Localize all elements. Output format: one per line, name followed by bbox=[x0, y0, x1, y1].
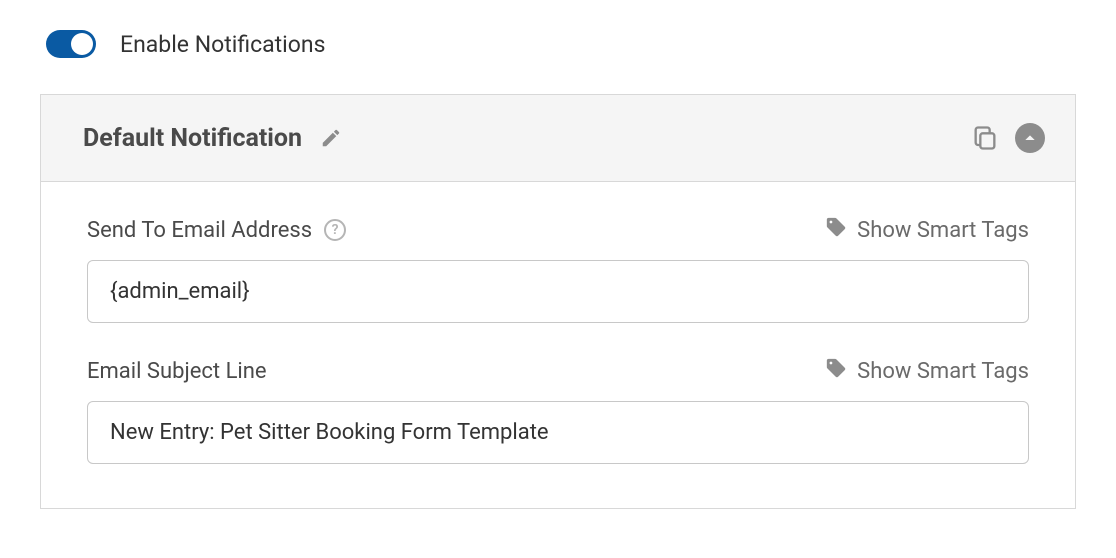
duplicate-icon[interactable] bbox=[971, 124, 999, 152]
enable-notifications-row: Enable Notifications bbox=[40, 30, 1076, 58]
enable-notifications-label: Enable Notifications bbox=[120, 31, 325, 58]
subject-label: Email Subject Line bbox=[87, 359, 267, 384]
notification-panel: Default Notification Send To Email Addre… bbox=[40, 94, 1076, 509]
edit-icon[interactable] bbox=[320, 127, 342, 149]
panel-body: Send To Email Address ? Show Smart Tags … bbox=[41, 182, 1075, 508]
panel-header: Default Notification bbox=[41, 95, 1075, 182]
subject-field-row: Email Subject Line Show Smart Tags bbox=[87, 357, 1029, 385]
send-to-field: Send To Email Address ? Show Smart Tags bbox=[87, 216, 1029, 323]
send-to-smart-tags-button[interactable]: Show Smart Tags bbox=[825, 216, 1029, 244]
collapse-icon[interactable] bbox=[1015, 123, 1045, 153]
tag-icon bbox=[825, 357, 847, 385]
subject-smart-tags-label: Show Smart Tags bbox=[857, 359, 1029, 384]
panel-title: Default Notification bbox=[83, 124, 302, 153]
panel-header-actions bbox=[971, 123, 1045, 153]
send-to-field-row: Send To Email Address ? Show Smart Tags bbox=[87, 216, 1029, 244]
enable-notifications-toggle[interactable] bbox=[46, 30, 96, 58]
send-to-smart-tags-label: Show Smart Tags bbox=[857, 218, 1029, 243]
toggle-knob bbox=[71, 33, 93, 55]
help-icon[interactable]: ? bbox=[324, 219, 346, 241]
subject-input[interactable] bbox=[87, 401, 1029, 464]
subject-smart-tags-button[interactable]: Show Smart Tags bbox=[825, 357, 1029, 385]
send-to-label: Send To Email Address bbox=[87, 218, 312, 243]
send-to-input[interactable] bbox=[87, 260, 1029, 323]
subject-field: Email Subject Line Show Smart Tags bbox=[87, 357, 1029, 464]
tag-icon bbox=[825, 216, 847, 244]
